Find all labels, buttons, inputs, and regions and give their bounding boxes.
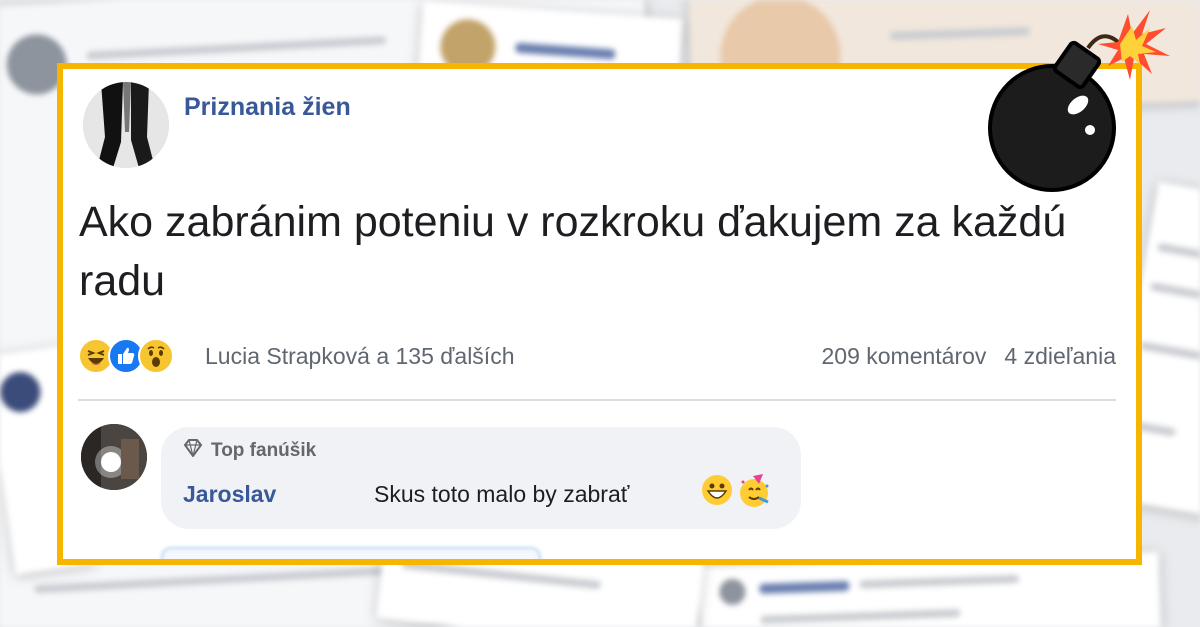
post-stats: 209 komentárov 4 zdieľania	[821, 343, 1116, 370]
comments-count[interactable]: 209 komentárov	[821, 343, 986, 370]
divider	[78, 399, 1116, 401]
commenter-avatar[interactable]	[81, 424, 147, 490]
top-fan-label: Top fanúšik	[211, 440, 317, 461]
post-text: Ako zabránim poteniu v rozkroku ďakujem …	[79, 198, 1067, 305]
reaction-icons[interactable]	[78, 338, 174, 374]
diamond-icon	[183, 439, 203, 463]
page-avatar[interactable]	[83, 82, 169, 168]
comment-author[interactable]: Jaroslav	[183, 481, 276, 508]
comment-text: Skus toto malo by zabrať	[374, 481, 630, 507]
reactors-summary[interactable]: Lucia Strapková a 135 ďalších	[205, 343, 515, 370]
grinning-face-icon	[701, 474, 733, 513]
wow-icon	[138, 338, 174, 374]
shares-count[interactable]: 4 zdieľania	[1004, 343, 1116, 370]
post-author[interactable]: Priznania žien	[184, 93, 351, 122]
party-face-icon	[737, 474, 771, 513]
top-fan-badge: Top fanúšik	[183, 439, 316, 463]
attachment-preview[interactable]	[161, 547, 541, 559]
comment-bubble: Top fanúšik Jaroslav Skus toto malo by z…	[161, 427, 801, 529]
bomb-icon	[980, 0, 1180, 200]
comment-emojis	[701, 474, 771, 513]
